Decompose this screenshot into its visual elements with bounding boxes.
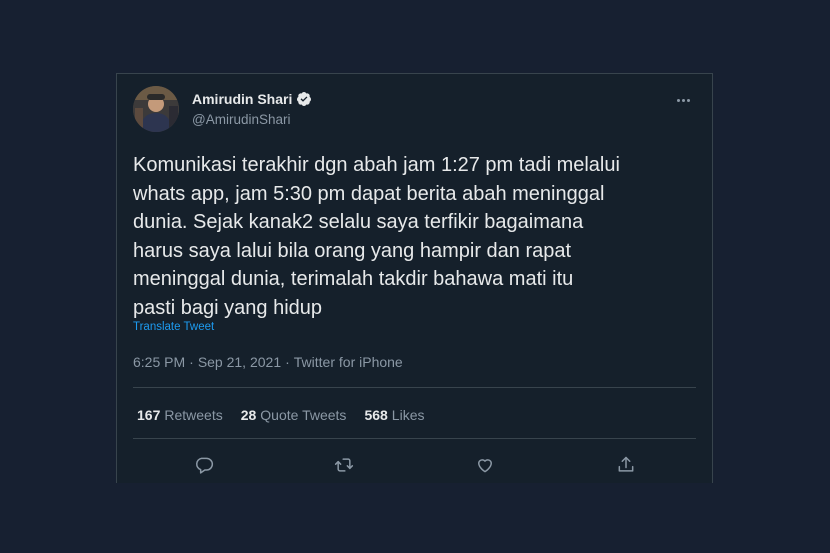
quote-tweets-stat[interactable]: 28 Quote Tweets (241, 407, 347, 423)
tweet-actions (117, 453, 712, 477)
reply-icon[interactable] (192, 453, 216, 477)
tweet-card: Amirudin Shari @AmirudinShari Komunikasi… (116, 73, 713, 483)
tweet-meta: 6:25 PM · Sep 21, 2021 · Twitter for iPh… (133, 354, 403, 370)
author-handle[interactable]: @AmirudinShari (192, 112, 291, 127)
meta-separator: · (189, 354, 194, 370)
likes-label: Likes (391, 407, 425, 423)
likes-stat[interactable]: 568 Likes (364, 407, 424, 423)
share-icon[interactable] (614, 453, 638, 477)
quote-tweets-label: Quote Tweets (260, 407, 347, 423)
more-options-icon[interactable] (672, 92, 694, 108)
retweets-count: 167 (137, 407, 161, 423)
meta-separator: · (285, 354, 290, 370)
author-name-row: Amirudin Shari (192, 91, 312, 107)
avatar-photo (133, 86, 179, 132)
quote-tweets-count: 28 (240, 407, 257, 423)
tweet-stats: 167 Retweets 28 Quote Tweets 568 Likes (137, 407, 424, 423)
divider (133, 387, 696, 388)
retweets-stat[interactable]: 167 Retweets (137, 407, 223, 423)
verified-badge-icon (296, 91, 312, 107)
retweets-label: Retweets (164, 407, 223, 423)
tweet-date[interactable]: Sep 21, 2021 (198, 354, 281, 370)
tweet-text: Komunikasi terakhir dgn abah jam 1:27 pm… (133, 154, 620, 319)
likes-count: 568 (364, 407, 388, 423)
author-name[interactable]: Amirudin Shari (192, 91, 292, 107)
like-icon[interactable] (473, 453, 497, 477)
avatar[interactable] (133, 86, 179, 132)
divider (133, 438, 696, 439)
tweet-source[interactable]: Twitter for iPhone (294, 354, 403, 370)
translate-tweet-link[interactable]: Translate Tweet (133, 321, 214, 333)
tweet-time[interactable]: 6:25 PM (133, 354, 185, 370)
retweet-icon[interactable] (332, 453, 356, 477)
